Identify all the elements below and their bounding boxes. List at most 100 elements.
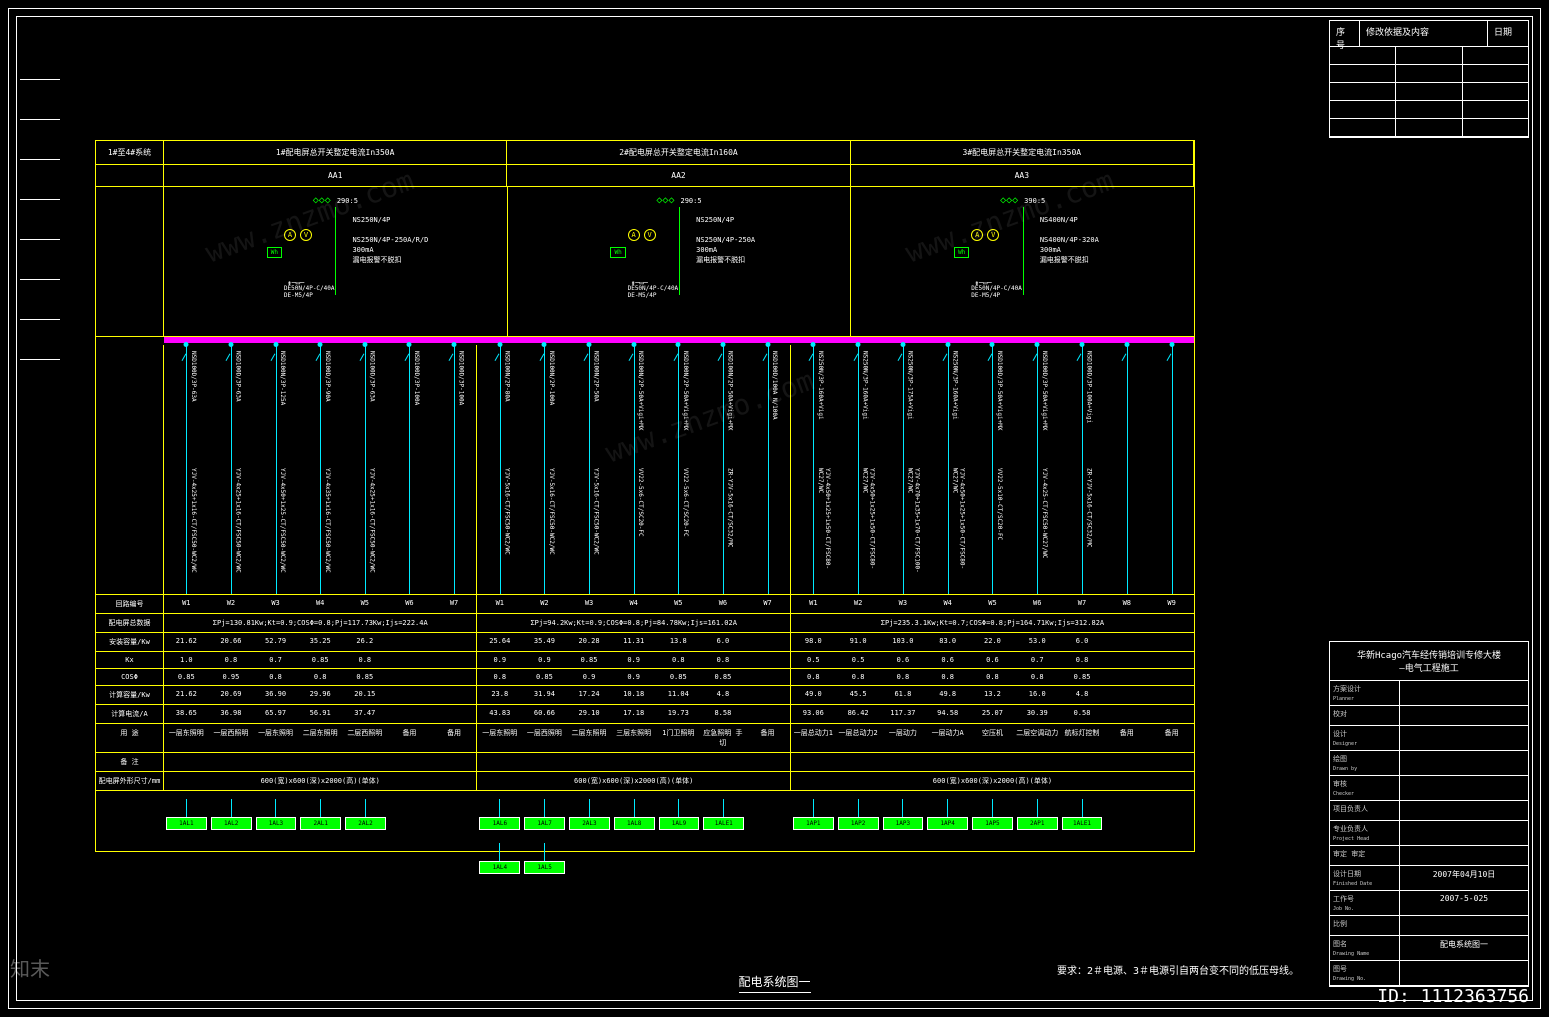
title-block-row: 设计日期Finished Date2007年04月10日 [1330, 866, 1528, 891]
dest-label: 1AL5 [524, 861, 565, 874]
feeder-cable-label: ZR-YJV-5x16-CT/SC32/MC [726, 468, 733, 588]
data-cell: 36.90 [253, 686, 298, 704]
data-cell: 26.2 [343, 633, 388, 651]
feeder-cable-label: YJV-4x25+1x16-CT/FSC50-WC2/WC [368, 468, 375, 588]
destination-box [435, 799, 476, 851]
dest-panel: 1AP1 1AP2 1AP3 1AP4 1AP5 2AP1 1ALE1 [791, 791, 1194, 851]
data-cell: W3 [253, 595, 298, 613]
destination-box: 1AL8 [614, 799, 655, 851]
data-cell: 61.8 [881, 686, 926, 704]
main-breaker-label: NS250N/4PNS250N/4P-250A300mA漏电报警不脱扣 [696, 215, 755, 265]
feeder-circuit: NS250N/3P-160A+Vigi YJV-4x50+1x25+1x50-C… [925, 345, 970, 594]
feeder-line [409, 345, 410, 594]
feeder-breaker-label: NSD100N/2P-50A+Vigi+MX [726, 351, 733, 451]
data-cell: 98.0 [791, 633, 836, 651]
panel-header: 3#配电屏总开关整定电流In350A [851, 141, 1194, 164]
data-cell: 备用 [1104, 724, 1149, 752]
data-cell: 0.9 [567, 669, 612, 685]
data-cell: 35.25 [298, 633, 343, 651]
feeder-cable-label: YJV-4x25-CT/FSC50-WC27/WC [1041, 468, 1048, 588]
feeder-line [858, 345, 859, 594]
data-cell: 0.85 [522, 669, 567, 685]
data-cell: 0.8 [836, 669, 881, 685]
data-cell: W2 [209, 595, 254, 613]
data-cell: 一层东照明 [164, 724, 209, 752]
panel-group: 21.6220.6936.9029.9620.15 [164, 686, 477, 704]
data-cell: 94.58 [925, 705, 970, 723]
data-cell: 36.98 [209, 705, 254, 723]
data-cell: 0.9 [477, 652, 522, 668]
feeder-circuit: NSD100D/3P-63A YJV-4x25+1x16-CT/FSC50-WC… [343, 345, 388, 594]
row-pe: 安装容量/Kw 21.6220.6652.7935.2526.225.6435.… [96, 633, 1194, 652]
data-cell: 航标灯控制 [1060, 724, 1105, 752]
data-cell: 22.0 [970, 633, 1015, 651]
dest-line [365, 799, 366, 817]
data-cell [432, 705, 477, 723]
data-cell: W1 [477, 595, 522, 613]
data-cell: 0.8 [209, 652, 254, 668]
data-cell: 30.39 [1015, 705, 1060, 723]
destination-box: 1ALE1 [703, 799, 744, 851]
data-cell [432, 686, 477, 704]
data-cell: 29.10 [567, 705, 612, 723]
data-cell [1149, 686, 1194, 704]
data-cell: 13.2 [970, 686, 1015, 704]
data-cell [836, 753, 881, 771]
incoming-schematic: ◇◇◇ 390:5 A V Wh NS400N/4PNS400N/4P-320A… [851, 187, 1194, 336]
title-block-row: 比例 [1330, 916, 1528, 936]
data-cell: 83.0 [925, 633, 970, 651]
data-cell: 0.85 [343, 669, 388, 685]
data-cell: 一层总动力2 [836, 724, 881, 752]
feeder-breaker-label: NS250N/3P-175A+Vigi [906, 351, 913, 451]
data-cell: 20.69 [209, 686, 254, 704]
title-block: 华新Hcago汽车经传销培训专修大楼 —电气工程施工 方案设计Planner校对… [1329, 641, 1529, 987]
data-cell: 0.85 [656, 669, 701, 685]
destination-box: 1AL6 1AL4 [479, 799, 520, 851]
feeder-cable-label: YJV-4x50+1x25+1x50-CT/FSC80-WC27/WC [951, 468, 965, 588]
feeder-circuit: NSD100D/3P-50A+Vigi+MX YJV-4x25-CT/FSC50… [1015, 345, 1060, 594]
feeder-breaker-label: NSD100D/3P-100A [458, 351, 465, 451]
drawing-note: 要求：2＃电源、3＃电源引自两台变不同的低压母线。 [1057, 962, 1299, 977]
data-cell [298, 753, 343, 771]
data-cell: 11.04 [656, 686, 701, 704]
data-cell [701, 753, 746, 771]
data-cell: W6 [1015, 595, 1060, 613]
dest-line [858, 799, 859, 817]
feeder-line [231, 345, 232, 594]
data-cell: 117.37 [881, 705, 926, 723]
data-cell: 38.65 [164, 705, 209, 723]
title-block-row: 审核Checker [1330, 776, 1528, 801]
feeder-breaker-label: NSD100N/2P-100A [548, 351, 555, 451]
panel-id-row: AA1AA2AA3 [96, 165, 1194, 187]
feeder-circuit: NSD100N/2P-50A YJV-5x16-CT/FSC50-WC2/WC [567, 345, 612, 594]
dest-label: 1AP2 [838, 817, 879, 830]
data-cell [745, 753, 790, 771]
data-cell: 49.0 [791, 686, 836, 704]
data-cell: 0.8 [970, 669, 1015, 685]
feeder-circuit: NSD100D/3P-63A YJV-4x25+1x16-CT/FSC50-WC… [164, 345, 209, 594]
feeder-line [678, 345, 679, 594]
feeder-line [276, 345, 277, 594]
energy-meter-icon: Wh [610, 247, 625, 258]
data-cell: 1门卫照明 [656, 724, 701, 752]
feeder-panel: NS250N/3P-160A+Vigi YJV-4x50+1x25+1x50-C… [791, 345, 1194, 594]
data-cell [1104, 705, 1149, 723]
feeder-breaker-label: NSD100D/3P-50A+Vigi+MX [996, 351, 1003, 451]
data-cell: 0.9 [611, 669, 656, 685]
destination-box: 1AL7 1AL5 [524, 799, 565, 851]
data-cell: 53.0 [1015, 633, 1060, 651]
feeder-line [589, 345, 590, 594]
data-cell: 0.8 [1015, 669, 1060, 685]
feeder-breaker-label: NS250N/3P-160A+Vigi [862, 351, 869, 451]
data-cell: 0.7 [253, 652, 298, 668]
panel-summary-cell: ΣPj=130.81Kw;Kt=0.9;COSΦ=0.8;Pj=117.73Kw… [164, 614, 477, 632]
row-pj: 计算容量/Kw 21.6220.6936.9029.9620.1523.831.… [96, 686, 1194, 705]
destination-box: 1AL2 [211, 799, 252, 851]
data-cell [745, 686, 790, 704]
feeder-breaker-label: NSD100D/3P-63A [235, 351, 242, 451]
data-cell [387, 652, 432, 668]
data-cell: 4.8 [701, 686, 746, 704]
data-cell: 8.58 [701, 705, 746, 723]
data-cell [1149, 705, 1194, 723]
title-block-row: 项目负责人 [1330, 801, 1528, 821]
